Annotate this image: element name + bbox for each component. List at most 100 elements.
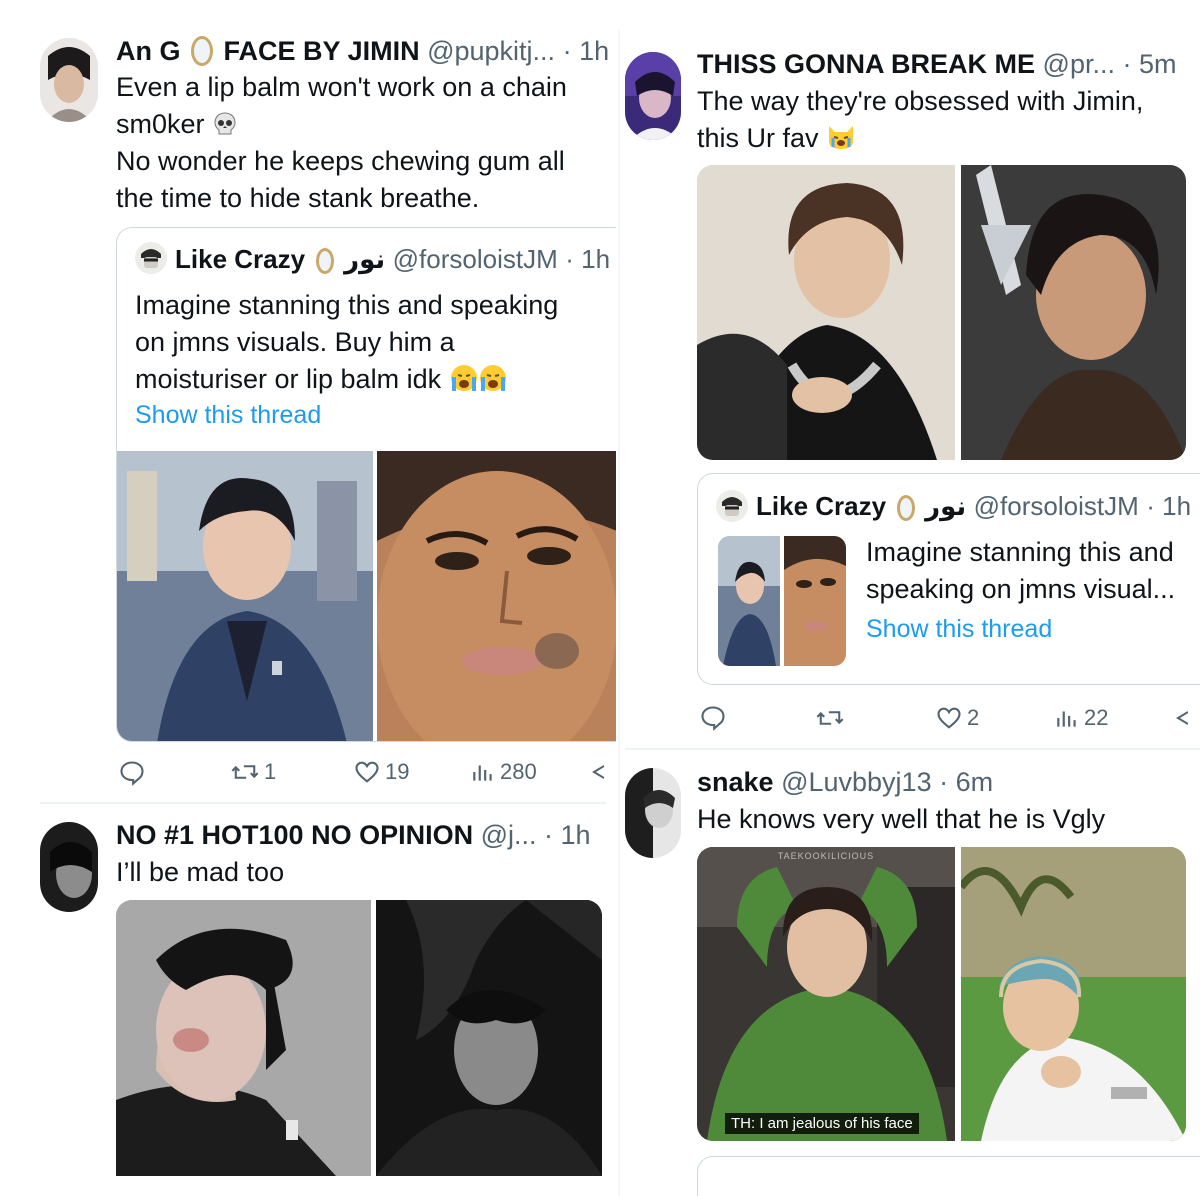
- tweet3-display-name[interactable]: THISS GONNA BREAK ME: [697, 49, 1035, 79]
- tweet1-quote-header: Like Crazy نور @forsoloistJM · 1h: [175, 241, 610, 278]
- tweet1-display-name-rest[interactable]: FACE BY JIMIN: [224, 36, 420, 66]
- reply-icon: [120, 761, 144, 786]
- tweet1-quote-line-1: Imagine stanning this and speaking: [135, 290, 559, 320]
- tweet1-quote-photo-1[interactable]: [117, 451, 373, 741]
- tweet3-quote-handle[interactable]: @forsoloistJM: [974, 491, 1139, 521]
- tweet4-text: He knows very well that he is Vgly: [697, 804, 1106, 834]
- tweet1-time[interactable]: · 1h: [563, 36, 610, 66]
- tweet3-show-thread-link[interactable]: Show this thread: [866, 615, 1052, 644]
- mirror-emoji-icon: [315, 248, 334, 274]
- tweet1-display-name[interactable]: An G: [116, 36, 181, 66]
- tweet4-watermark: TAEKOOKILICIOUS: [777, 851, 875, 861]
- tweet1-retweet-button[interactable]: 1: [230, 758, 276, 786]
- tweet1-quote-arabic: نور: [344, 244, 386, 274]
- tweet3-photo-1[interactable]: [697, 165, 955, 460]
- tweet1-header: An G FACE BY JIMIN @pupkitj... · 1h: [116, 33, 609, 70]
- crying-emoji-icon: [450, 365, 506, 391]
- avatar-tweet1[interactable]: [40, 38, 98, 122]
- tweet3-handle[interactable]: @pr...: [1043, 49, 1115, 79]
- tweet3-header: THISS GONNA BREAK ME @pr... · 5m: [697, 46, 1176, 83]
- tweet1-quote-text: Imagine stanning this and speaking on jm…: [135, 287, 605, 398]
- tweet3-reply-button[interactable]: [699, 704, 727, 732]
- avatar-tweet4[interactable]: [625, 768, 681, 858]
- tweet3-quote-header: Like Crazy نور @forsoloistJM · 1h: [756, 488, 1191, 525]
- tweet1-line-4: the time to hide stank breathe.: [116, 183, 480, 213]
- share-icon: [1176, 711, 1188, 725]
- reply-icon: [701, 706, 725, 731]
- avatar-tweet3[interactable]: [625, 52, 681, 140]
- tweet1-view-count: 280: [500, 759, 537, 784]
- tweet3-like-count: 2: [967, 705, 980, 730]
- tweet3-quote-thumb-1[interactable]: [718, 536, 780, 666]
- tweet3-quote-name[interactable]: Like Crazy: [756, 491, 886, 521]
- tweet2-text: I’ll be mad too: [116, 857, 285, 887]
- tweet1-text: Even a lip balm won't work on a chain sm…: [116, 69, 606, 217]
- tweet3-quote-card[interactable]: Like Crazy نور @forsoloistJM · 1h Imagin…: [697, 473, 1200, 685]
- tweet3-quote-arabic: نور: [925, 491, 967, 521]
- retweet-icon: [231, 765, 259, 779]
- tweet1-retweet-count: 1: [264, 759, 277, 784]
- tweet3-share-button[interactable]: [1172, 706, 1188, 730]
- tweet3-quote-time[interactable]: · 1h: [1146, 491, 1191, 521]
- tweet4-caption: TH: I am jealous of his face: [725, 1113, 919, 1134]
- tweet1-show-thread-link[interactable]: Show this thread: [135, 401, 321, 430]
- avatar-tweet2[interactable]: [40, 822, 98, 912]
- tweet1-like-count: 19: [385, 759, 410, 784]
- tweet1-line-2: sm0ker: [116, 106, 606, 143]
- tweet3-views-button[interactable]: 22: [1054, 704, 1108, 732]
- skull-emoji-icon: [214, 112, 236, 135]
- tweet1-share-button[interactable]: [588, 760, 604, 784]
- divider-vertical: [618, 30, 620, 1196]
- tweet3-line-2: this Ur fav: [697, 120, 1192, 157]
- tweet4-time[interactable]: · 6m: [939, 767, 993, 797]
- tweet2-photo-1[interactable]: [116, 900, 371, 1176]
- tweet1-quote-time[interactable]: · 1h: [565, 244, 610, 274]
- views-icon: [1057, 711, 1076, 727]
- divider-left: [40, 802, 606, 804]
- tweet1-line-1: Even a lip balm won't work on a chain: [116, 72, 567, 102]
- tweet2-display-name[interactable]: NO #1 HOT100 NO OPINION: [116, 820, 473, 850]
- tweet3-view-count: 22: [1084, 705, 1109, 730]
- tweet3-photo-2[interactable]: [961, 165, 1186, 460]
- tweet3-quote-thumb-2[interactable]: [784, 536, 846, 666]
- tweet4-handle[interactable]: @Luvbbyj13: [781, 767, 932, 797]
- mirror-emoji-icon: [896, 495, 915, 521]
- tweet2-time[interactable]: · 1h: [544, 820, 591, 850]
- tweet1-reply-button[interactable]: [118, 759, 146, 787]
- tweet2-handle[interactable]: @j...: [481, 820, 537, 850]
- tweet1-quote-avatar: [135, 242, 167, 279]
- tweet1-views-button[interactable]: 280: [470, 758, 537, 786]
- tweet3-quote-line-1: Imagine stanning this and: [866, 537, 1174, 567]
- tweet1-quote-card[interactable]: Like Crazy نور @forsoloistJM · 1h Imagin…: [116, 227, 616, 742]
- retweet-icon: [816, 711, 844, 725]
- tweet1-like-button[interactable]: 19: [353, 758, 409, 786]
- tweet1-line-2-text: sm0ker: [116, 109, 205, 139]
- tweet3-quote-line-2: speaking on jmns visual...: [866, 574, 1176, 604]
- tweet1-quote-line-3-text: moisturiser or lip balm idk: [135, 364, 442, 394]
- tweet4-header: snake @Luvbbyj13 · 6m: [697, 764, 993, 801]
- tweet1-quote-name[interactable]: Like Crazy: [175, 244, 305, 274]
- tweet3-text: The way they're obsessed with Jimin, thi…: [697, 83, 1192, 157]
- tweet1-quote-photo-2[interactable]: [377, 451, 616, 741]
- views-icon: [473, 765, 492, 781]
- tweet1-quote-handle[interactable]: @forsoloistJM: [393, 244, 558, 274]
- tweet3-line-2-text: this Ur fav: [697, 123, 819, 153]
- tweet3-time[interactable]: · 5m: [1122, 49, 1176, 79]
- tweet1-handle[interactable]: @pupkitj...: [427, 36, 555, 66]
- tweet3-line-1: The way they're obsessed with Jimin,: [697, 86, 1144, 116]
- tweet4-photo-2[interactable]: [961, 847, 1186, 1141]
- tweet4-display-name[interactable]: snake: [697, 767, 774, 797]
- tweet4-photo-1[interactable]: TAEKOOKILICIOUS TH: I am jealous of his …: [697, 847, 955, 1141]
- tweet1-line-3: No wonder he keeps chewing gum all: [116, 146, 565, 176]
- heart-icon: [355, 761, 379, 783]
- tweet3-retweet-button[interactable]: [815, 704, 845, 732]
- tweet1-quote-line-3: moisturiser or lip balm idk: [135, 361, 605, 398]
- tweet2-photo-2[interactable]: [376, 900, 602, 1176]
- crying-cat-emoji-icon: [829, 126, 854, 149]
- next-tweet-card-edge: [697, 1156, 1200, 1196]
- divider-right: [625, 748, 1200, 750]
- tweet3-quote-text: Imagine stanning this and speaking on jm…: [866, 534, 1200, 608]
- tweet1-quote-line-2: on jmns visuals. Buy him a: [135, 327, 455, 357]
- heart-icon: [937, 707, 961, 729]
- tweet3-like-button[interactable]: 2: [935, 704, 979, 732]
